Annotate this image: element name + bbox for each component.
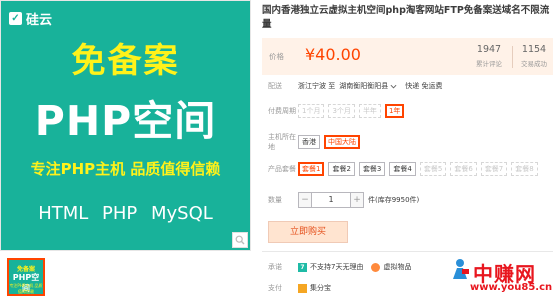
image-slogan: 专注PHP主机 品质值得信赖 [30,160,221,178]
package-option-6[interactable]: 套餐6 [450,162,477,176]
price-label: 价格 [269,52,284,61]
delivery-destination[interactable]: 湖南衡阳衡阳县 [339,81,397,91]
chevron-down-icon [390,84,397,88]
quantity-row: 数量 − 1 + 件(库存9950件) [268,192,419,208]
promise-label: 承诺 [268,263,282,271]
main-product-image[interactable]: ✓ 硅云 免备案 PHP空间 专注PHP主机 品质值得信赖 HTML PHP M… [0,0,251,251]
period-label: 付费周期 [268,107,296,115]
stat-divider [512,46,513,68]
period-option-1month[interactable]: 1个月 [298,104,325,118]
product-title: 国内香港独立云虚拟主机空间php淘客网站FTP免备案送域名不限流量 [262,5,550,30]
zoom-icon[interactable] [232,232,248,248]
sales-count-value: 1154 [521,44,547,55]
period-option-3month[interactable]: 3个月 [328,104,355,118]
period-option-halfyear[interactable]: 半年 [358,104,381,118]
delivery-label: 配送 [268,82,282,90]
section-divider [262,251,553,252]
period-option-1year[interactable]: 1年 [384,104,405,118]
quantity-input[interactable]: 1 [312,192,350,208]
review-count-label: 累计评论 [476,60,502,68]
stock-info: 件(库存9950件) [368,196,420,204]
package-option-7[interactable]: 套餐7 [480,162,508,176]
brand-mark-icon: ✓ [9,12,22,25]
package-row: 产品套餐 套餐1 套餐2 套餐3 套餐4 套餐5 套餐6 套餐7 套餐8 [268,162,542,176]
quantity-increase-button[interactable]: + [350,192,364,208]
package-option-5[interactable]: 套餐5 [419,162,447,176]
virtual-goods-icon [371,262,381,272]
delivery-row: 配送 浙江宁波 至 湖南衡阳衡阳县 快递 免运费 [268,81,442,91]
seven-day-icon: 7 [298,262,307,272]
package-option-2[interactable]: 套餐2 [328,162,355,176]
price-panel: 价格 ¥40.00 1947 累计评论 1154 交易成功 [262,38,553,75]
price-value: ¥40.00 [305,45,361,64]
promise-item-no-return[interactable]: 不支持7天无理由 [310,262,363,272]
promise-item-virtual[interactable]: 虚拟物品 [383,262,411,272]
period-row: 付费周期 1个月 3个月 半年 1年 [268,104,408,118]
quantity-stepper: − 1 + [298,192,364,208]
package-option-1[interactable]: 套餐1 [298,162,325,176]
thumbnail-image[interactable]: 免备案 PHP空间 专注PHP主机 品质值得信赖 [7,258,45,296]
quantity-label: 数量 [268,196,282,204]
package-option-4[interactable]: 套餐4 [389,162,416,176]
promise-row: 承诺 7 不支持7天无理由 虚拟物品 [268,262,411,272]
review-count[interactable]: 1947 累计评论 [470,44,508,68]
location-option-mainland[interactable]: 中国大陆 [324,135,360,149]
sales-count-label: 交易成功 [521,60,547,68]
sales-count: 1154 交易成功 [515,44,553,68]
shipping-info: 快递 免运费 [405,82,443,90]
payment-row: 支付 集分宝 [268,283,331,293]
jifenbao-icon [298,283,307,293]
payment-label: 支付 [268,284,282,292]
brand-logo: ✓ 硅云 [9,9,52,28]
quantity-decrease-button[interactable]: − [298,192,312,208]
thumb-slogan: 专注PHP主机 品质值得信赖 [9,283,43,294]
location-label: 主机所在地 [268,133,296,151]
image-headline: 免备案 [71,41,180,81]
package-option-3[interactable]: 套餐3 [358,162,386,176]
location-option-hongkong[interactable]: 香港 [298,135,320,149]
buy-now-button[interactable]: 立即购买 [268,221,348,243]
package-option-8[interactable]: 套餐8 [511,162,538,176]
location-row: 主机所在地 香港 中国大陆 [268,132,364,152]
watermark-url: www.you85.cn [470,282,553,293]
watermark-figure-icon [453,259,469,279]
brand-name: 硅云 [26,13,53,28]
delivery-from: 浙江宁波 至 [298,82,336,90]
image-tech-list: HTML PHP MySQL [38,203,213,224]
payment-item-jifenbao[interactable]: 集分宝 [310,283,331,293]
delivery-destination-label: 湖南衡阳衡阳县 [339,82,389,90]
image-product-name: PHP空间 [34,97,217,145]
package-label: 产品套餐 [268,165,296,173]
review-count-value: 1947 [476,44,502,55]
